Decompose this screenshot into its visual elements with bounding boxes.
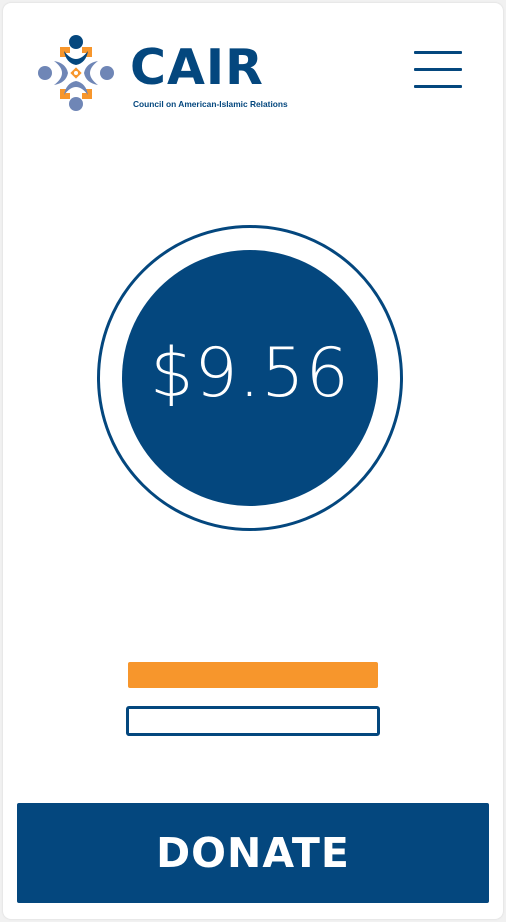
logo-tagline: Council on American-Islamic Relations xyxy=(133,99,288,109)
hamburger-menu-icon[interactable] xyxy=(411,49,463,91)
donation-amount: $9.56 xyxy=(150,333,350,413)
progress-bar-filled xyxy=(128,662,378,688)
cair-emblem-icon xyxy=(38,35,114,111)
app-frame: CAIR Council on American-Islamic Relatio… xyxy=(3,3,503,919)
donate-button[interactable]: DONATE xyxy=(17,803,489,903)
progress-bar-empty xyxy=(126,706,380,736)
donation-amount-disc: $9.56 xyxy=(122,250,378,506)
cair-logo[interactable]: CAIR Council on American-Islamic Relatio… xyxy=(36,33,288,115)
logo-wordmark: CAIR xyxy=(130,39,264,96)
menu-bar-top xyxy=(414,51,462,54)
menu-bar-bottom xyxy=(414,85,462,88)
menu-bar-middle xyxy=(414,68,462,71)
header: CAIR Council on American-Islamic Relatio… xyxy=(3,3,503,143)
donation-amount-circle: $9.56 xyxy=(97,225,403,531)
